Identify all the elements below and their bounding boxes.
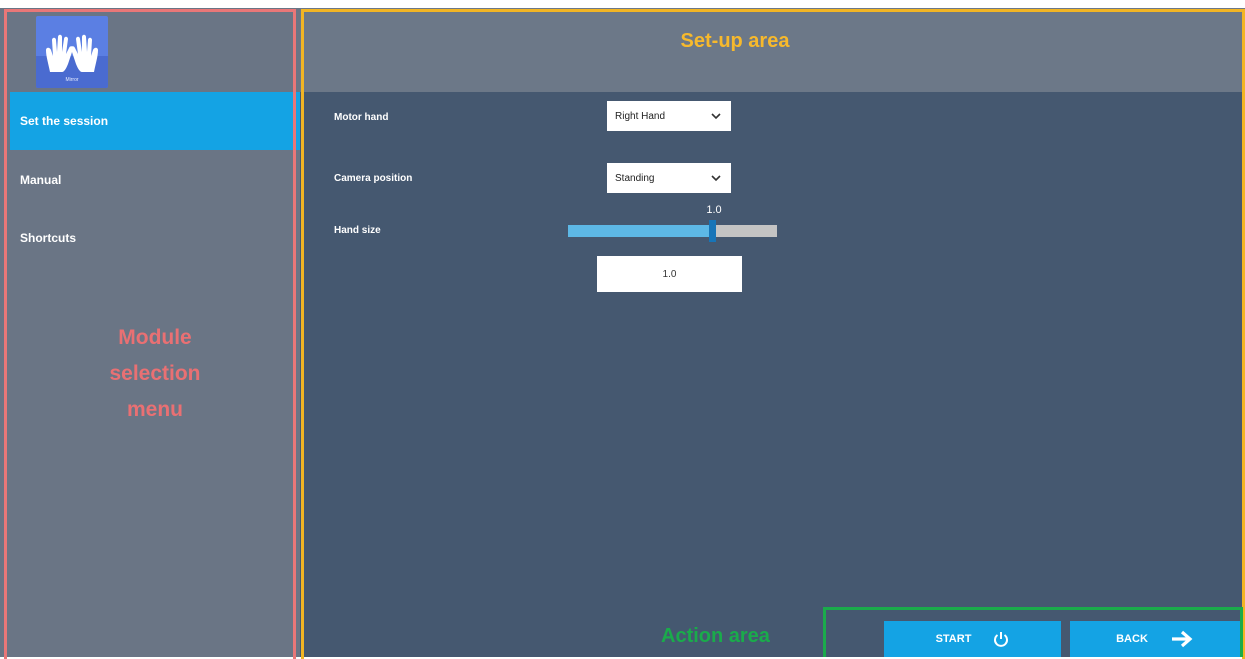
- motor-hand-label: Motor hand: [334, 112, 389, 123]
- action-area-annotation: Action area: [661, 625, 770, 647]
- action-area-frame: [823, 607, 1243, 657]
- motor-hand-value: Right Hand: [615, 110, 666, 122]
- slider-handle[interactable]: [709, 220, 717, 242]
- module-selection-frame: [4, 9, 296, 659]
- hand-size-input[interactable]: 1.0: [597, 256, 742, 292]
- camera-position-dropdown[interactable]: Standing: [607, 163, 731, 193]
- setup-area: [300, 8, 1245, 657]
- hand-size-slider[interactable]: [568, 220, 777, 242]
- chevron-down-icon: [711, 113, 721, 120]
- slider-fill: [568, 225, 713, 237]
- hand-size-label: Hand size: [334, 225, 381, 236]
- motor-hand-dropdown[interactable]: Right Hand: [607, 101, 731, 131]
- camera-position-label: Camera position: [334, 173, 413, 184]
- hand-size-slider-value: 1.0: [706, 204, 722, 216]
- setup-area-title: Set-up area: [680, 30, 790, 52]
- chevron-down-icon: [711, 175, 721, 182]
- camera-position-value: Standing: [615, 172, 655, 184]
